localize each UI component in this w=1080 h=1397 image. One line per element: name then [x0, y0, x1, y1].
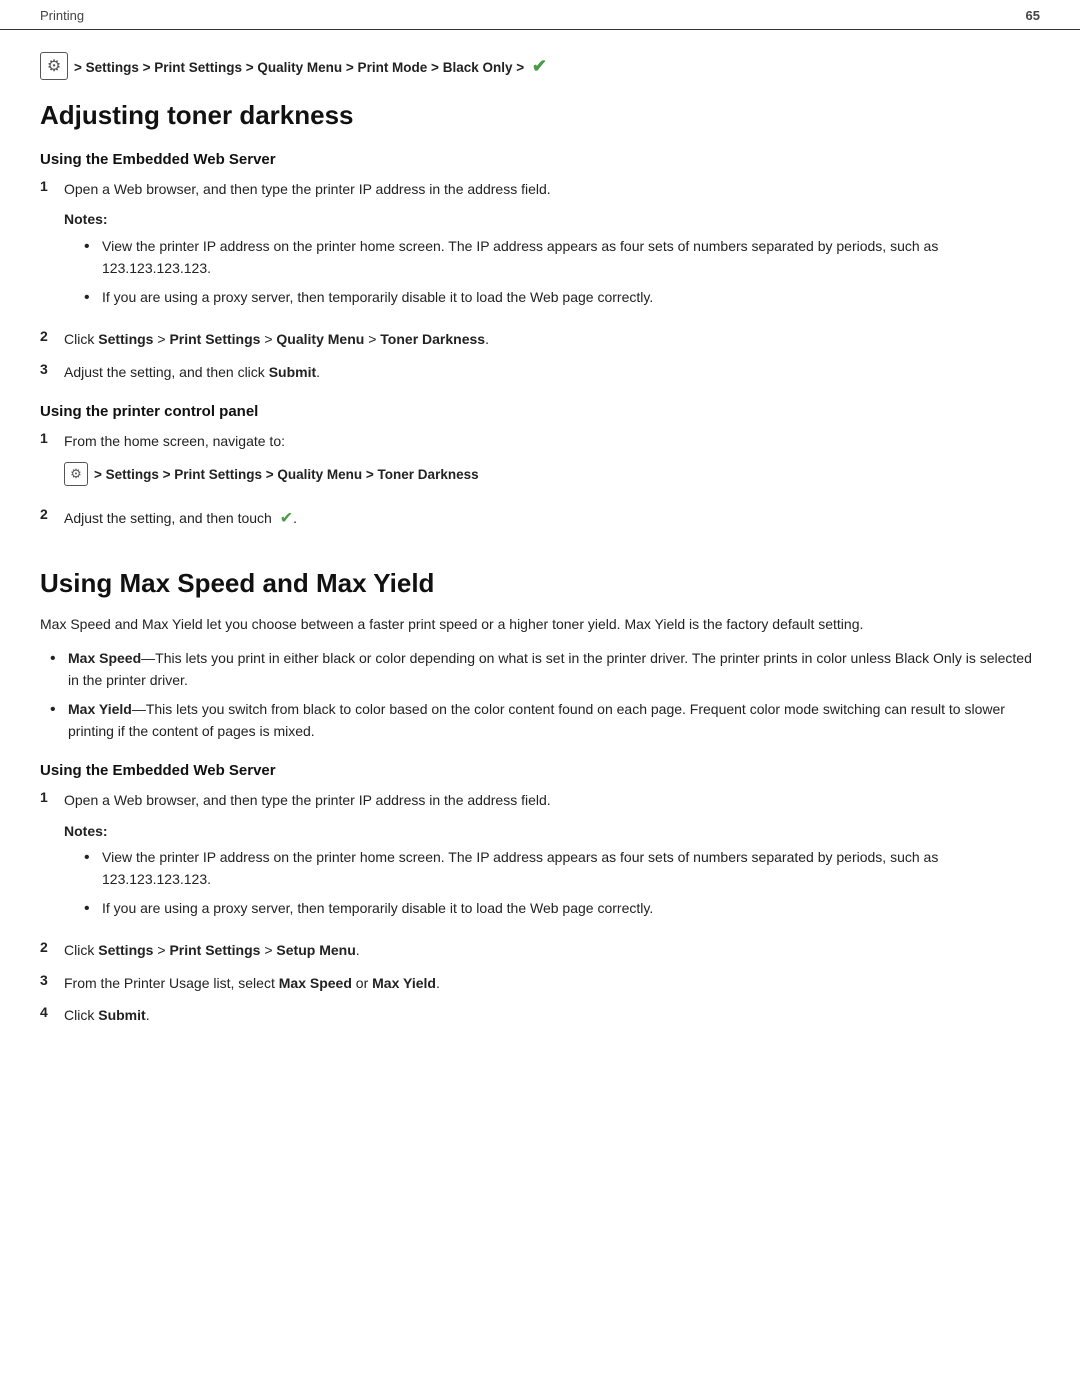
step1-text: Open a Web browser, and then type the pr… [64, 181, 551, 197]
section2-subsection1-title: Using the Embedded Web Server [40, 762, 1040, 779]
step-item: 1 Open a Web browser, and then type the … [40, 789, 1040, 929]
page-number: 65 [1026, 8, 1040, 23]
step-number: 4 [40, 1004, 64, 1020]
inline-settings-icon: ⚙ [64, 462, 88, 486]
section-label: Printing [40, 8, 84, 23]
main-content: Adjusting toner darkness Using the Embed… [0, 100, 1080, 1077]
step-number: 3 [40, 972, 64, 988]
step-content: Adjust the setting, and then touch ✔. [64, 506, 297, 532]
bullet-text: If you are using a proxy server, then te… [102, 897, 653, 919]
step-item: 1 Open a Web browser, and then type the … [40, 178, 1040, 318]
bold-max-speed2: Max Speed [279, 975, 352, 991]
step1-text: Open a Web browser, and then type the pr… [64, 792, 551, 808]
step-content: Adjust the setting, and then click Submi… [64, 361, 320, 383]
section2-bullet-list: • Max Speed—This lets you print in eithe… [50, 647, 1040, 743]
step-item: 2 Click Settings > Print Settings > Qual… [40, 328, 1040, 350]
bullet-item: • View the printer IP address on the pri… [84, 235, 1040, 280]
bullet-item: • Max Speed—This lets you print in eithe… [50, 647, 1040, 692]
section2-title: Using Max Speed and Max Yield [40, 568, 1040, 599]
bold-max-speed: Max Speed [68, 650, 141, 666]
bullet-dot: • [50, 646, 68, 672]
bullet-text: If you are using a proxy server, then te… [102, 286, 653, 308]
bullet-dot: • [84, 845, 102, 871]
nav-path-text: > Settings > Print Settings > Quality Me… [74, 60, 524, 75]
section1-title: Adjusting toner darkness [40, 100, 1040, 131]
bullet-dot: • [50, 697, 68, 723]
bullet-text: Max Speed—This lets you print in either … [68, 647, 1040, 692]
step-item: 2 Adjust the setting, and then touch ✔. [40, 506, 1040, 532]
bold-setup-menu: Setup Menu [276, 942, 355, 958]
step-item: 2 Click Settings > Print Settings > Setu… [40, 939, 1040, 961]
bold-quality-menu: Quality Menu [276, 331, 364, 347]
bullet-dot: • [84, 234, 102, 260]
bullet-text: View the printer IP address on the print… [102, 235, 1040, 280]
bullet-dot: • [84, 896, 102, 922]
step-number: 1 [40, 789, 64, 805]
top-bar: Printing 65 [0, 0, 1080, 30]
bold-print-settings2: Print Settings [169, 942, 260, 958]
bullet-item: • View the printer IP address on the pri… [84, 846, 1040, 891]
inline-nav-path-text: > Settings > Print Settings > Quality Me… [94, 467, 479, 482]
bold-submit2: Submit [98, 1007, 145, 1023]
bold-max-yield: Max Yield [68, 701, 132, 717]
step-item: 4 Click Submit. [40, 1004, 1040, 1026]
bullet-item: • Max Yield—This lets you switch from bl… [50, 698, 1040, 743]
notes-label: Notes: [64, 208, 1040, 230]
step-content: From the home screen, navigate to: ⚙ > S… [64, 430, 479, 496]
step-list-3: 1 Open a Web browser, and then type the … [40, 789, 1040, 1026]
step-number: 2 [40, 506, 64, 522]
step-list-1: 1 Open a Web browser, and then type the … [40, 178, 1040, 383]
bold-max-yield2: Max Yield [372, 975, 436, 991]
step-content: From the Printer Usage list, select Max … [64, 972, 440, 994]
nav-checkmark: ✔ [532, 56, 547, 76]
step-content: Open a Web browser, and then type the pr… [64, 178, 1040, 318]
section2-intro: Max Speed and Max Yield let you choose b… [40, 613, 1040, 637]
step1-control-text: From the home screen, navigate to: [64, 433, 285, 449]
settings-icon: ⚙ [40, 52, 68, 80]
step-item: 3 From the Printer Usage list, select Ma… [40, 972, 1040, 994]
bold-settings2: Settings [98, 942, 153, 958]
bold-toner-darkness: Toner Darkness [380, 331, 485, 347]
step-number: 1 [40, 178, 64, 194]
bullet-list: • View the printer IP address on the pri… [84, 846, 1040, 921]
bullet-item: • If you are using a proxy server, then … [84, 286, 1040, 311]
bold-settings: Settings [98, 331, 153, 347]
notes-block: Notes: • View the printer IP address on … [64, 208, 1040, 310]
bullet-item: • If you are using a proxy server, then … [84, 897, 1040, 922]
bullet-dot: • [84, 285, 102, 311]
step-content: Open a Web browser, and then type the pr… [64, 789, 1040, 929]
bullet-list: • View the printer IP address on the pri… [84, 235, 1040, 310]
step-item: 3 Adjust the setting, and then click Sub… [40, 361, 1040, 383]
notes-block: Notes: • View the printer IP address on … [64, 820, 1040, 922]
inline-checkmark: ✔ [280, 510, 293, 527]
section1-subsection2-title: Using the printer control panel [40, 403, 1040, 420]
nav-path: > Settings > Print Settings > Quality Me… [74, 56, 547, 77]
bullet-text: View the printer IP address on the print… [102, 846, 1040, 891]
step-content: Click Settings > Print Settings > Qualit… [64, 328, 489, 350]
section1-subsection1-title: Using the Embedded Web Server [40, 151, 1040, 168]
step-content: Click Settings > Print Settings > Setup … [64, 939, 360, 961]
bold-print-settings: Print Settings [169, 331, 260, 347]
breadcrumb-nav: ⚙ > Settings > Print Settings > Quality … [0, 30, 1080, 90]
bold-submit: Submit [269, 364, 316, 380]
step-content: Click Submit. [64, 1004, 150, 1026]
step-list-2: 1 From the home screen, navigate to: ⚙ >… [40, 430, 1040, 532]
bullet-text: Max Yield—This lets you switch from blac… [68, 698, 1040, 743]
inline-nav: ⚙ > Settings > Print Settings > Quality … [64, 462, 479, 486]
step-number: 2 [40, 939, 64, 955]
step-number: 3 [40, 361, 64, 377]
page-container: Printing 65 ⚙ > Settings > Print Setting… [0, 0, 1080, 1077]
notes-label: Notes: [64, 820, 1040, 842]
step-number: 2 [40, 328, 64, 344]
step-number: 1 [40, 430, 64, 446]
step-item: 1 From the home screen, navigate to: ⚙ >… [40, 430, 1040, 496]
inline-nav-path: > Settings > Print Settings > Quality Me… [94, 464, 479, 486]
